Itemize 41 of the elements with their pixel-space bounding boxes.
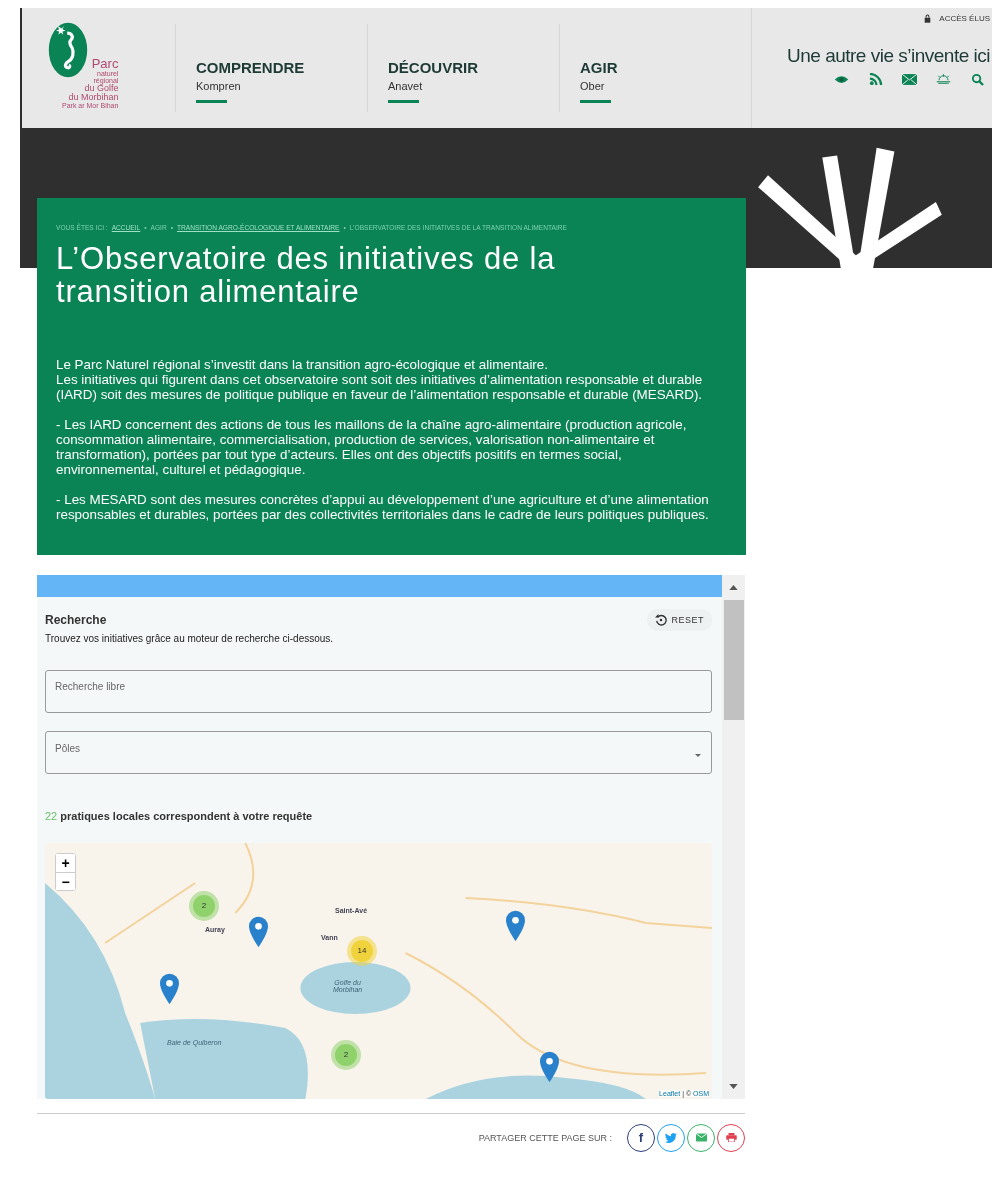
caret-icon bbox=[695, 753, 701, 757]
search-field[interactable]: Recherche libre bbox=[45, 669, 712, 713]
share-label: PARTAGER CETTE PAGE SUR : bbox=[478, 1132, 612, 1143]
lock-icon bbox=[924, 14, 932, 23]
eye-icon[interactable] bbox=[834, 73, 849, 86]
nav-link[interactable]: AGIR Ober bbox=[559, 24, 751, 112]
scroll-up-icon[interactable] bbox=[729, 584, 738, 590]
reset-button[interactable]: RESET bbox=[647, 608, 712, 631]
access-link[interactable]: ACCÈS ÉLUS bbox=[939, 14, 990, 23]
result-count: 22 pratiques locales correspondent à votre requête bbox=[45, 809, 314, 822]
tagline: Une autre vie s’invente ici bbox=[787, 45, 990, 67]
logo-text: Parc bbox=[91, 57, 119, 70]
mail-icon bbox=[695, 1133, 707, 1143]
reset-icon bbox=[655, 613, 668, 626]
intro-paragraph: Le Parc Naturel régional s’investit dans la transition agro-écologique et alimentaire. Les initiatives qui figurent dans cet observatoire sont soit des initiatives d’alimentation responsable et durable (IARD) soit des mesures de politique publique en faveur de l’alimentation responsable et durable (MESARD). bbox=[56, 358, 704, 403]
bird-icon bbox=[665, 1132, 677, 1143]
scroll-down-icon[interactable] bbox=[729, 1083, 738, 1089]
map-pin-icon[interactable] bbox=[249, 915, 268, 948]
map-pin-icon[interactable] bbox=[506, 909, 525, 942]
page-title: L’Observatoire des initiatives de la transition alimentaire bbox=[56, 243, 557, 309]
printer-icon bbox=[725, 1133, 737, 1143]
sunrise-icon[interactable] bbox=[936, 73, 951, 86]
logo-text: du Golfe bbox=[84, 84, 119, 93]
map-cluster[interactable]: 2 bbox=[335, 1043, 357, 1066]
search-title: Recherche bbox=[45, 612, 108, 627]
nav-link[interactable]: DÉCOUVRIR Anavet bbox=[367, 24, 559, 112]
intro-paragraph: - Les MESARD sont des mesures concrètes d’appui au développement d’une agriculture et d’une alimentation responsables et durables, portées par des collectivités territoriales dans le cadre de leurs politiques publiques. bbox=[56, 493, 710, 523]
map-cluster[interactable]: 2 bbox=[193, 894, 215, 917]
nav-link[interactable]: COMPRENDRE Kompren bbox=[175, 24, 367, 112]
mail-icon[interactable] bbox=[902, 73, 917, 86]
search-icon[interactable] bbox=[970, 73, 985, 86]
scrollbar[interactable] bbox=[722, 574, 745, 1099]
poles-dropdown[interactable]: Pôles bbox=[45, 730, 712, 774]
map-pin-icon[interactable] bbox=[540, 1050, 559, 1083]
map-pin-icon[interactable] bbox=[160, 972, 179, 1005]
intro-paragraph: - Les IARD concernent des actions de tous les maillons de la chaîne agro-alimentaire (production agricole, consommation alimentaire, commercialisation, production de services, valorisation non-alimentaire et transformation), portées par tout type d’acteurs. Elles ont des objectifs positifs en termes social, environnemental, culturel et pédagogique. bbox=[56, 418, 688, 478]
map-cluster[interactable]: 14 bbox=[351, 939, 373, 962]
scrollbar-thumb[interactable] bbox=[723, 599, 744, 720]
logo-text: du Morbihan bbox=[68, 93, 119, 102]
search-description: Trouvez vos initiatives grâce au moteur de recherche ci-dessous. bbox=[45, 632, 334, 644]
rss-icon[interactable] bbox=[868, 73, 883, 86]
